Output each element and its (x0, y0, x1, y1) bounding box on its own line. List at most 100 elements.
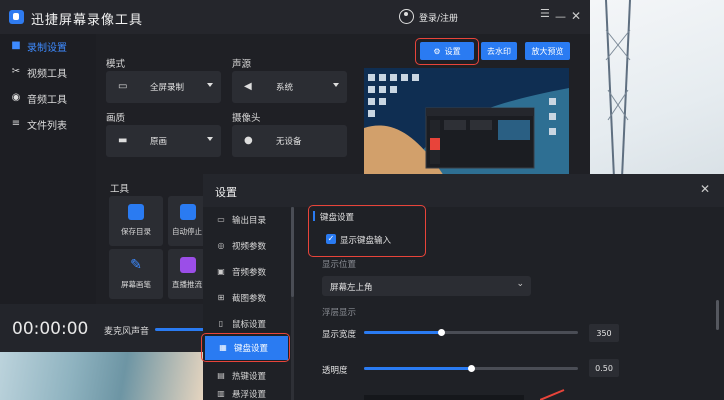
speaker-icon: ◀ (244, 81, 252, 92)
camera-label: 摄像头 (232, 113, 261, 124)
save-folder-icon (128, 204, 144, 220)
float-icon: ▥ (217, 389, 225, 398)
scissors-icon: ✂ (11, 66, 21, 77)
minimize-icon[interactable]: — (555, 10, 566, 23)
camera-select[interactable]: ● 无设备 (232, 125, 347, 157)
settings-button-label: 设置 (444, 46, 461, 56)
sidebar-item-label: 视频工具 (27, 68, 67, 80)
dialog-nav-label: 视频参数 (232, 242, 267, 252)
dialog-nav-audio-params[interactable]: ▣ 音频参数 (203, 260, 291, 284)
screenshot-icon: ⊞ (217, 293, 225, 302)
section-title: 键盘设置 (320, 213, 355, 223)
dialog-nav-hotkey-settings[interactable]: ▤ 热键设置 (203, 364, 291, 388)
sidebar-item-audio-tools[interactable]: ◉ 音频工具 (0, 86, 96, 110)
dialog-nav-label: 鼠标设置 (232, 320, 267, 330)
user-icon[interactable] (399, 9, 414, 24)
float-label: 浮层显示 (322, 308, 357, 318)
dialog-nav-label: 输出目录 (232, 216, 267, 226)
quality-select[interactable]: ▬ 原画 (106, 125, 221, 157)
monitor-icon: ▭ (118, 81, 128, 92)
dialog-nav-screenshot-params[interactable]: ⊞ 截图参数 (203, 286, 291, 310)
dialog-nav-label: 热键设置 (232, 372, 267, 382)
dialog-title: 设置 (215, 186, 237, 199)
sidebar: ■ 录制设置 ✂ 视频工具 ◉ 音频工具 ≡ 文件列表 (0, 34, 96, 304)
mouse-icon: ▯ (218, 319, 224, 328)
desktop-tower-image (605, 0, 631, 178)
gear-icon: ⚙ (433, 46, 441, 56)
tool-save-folder[interactable]: 保存目录 (109, 196, 163, 246)
position-label: 显示位置 (322, 260, 357, 270)
dialog-nav-video-params[interactable]: ◎ 视频参数 (203, 234, 291, 258)
opacity-value[interactable]: 0.50 (589, 359, 619, 377)
video-icon: ◎ (217, 241, 225, 250)
hotkey-icon: ▤ (217, 371, 225, 380)
camera-icon: ■ (11, 40, 21, 51)
live-icon (180, 257, 196, 273)
keyboard-nav-highlight (201, 333, 290, 362)
quality-value: 原画 (150, 137, 168, 147)
camera-value: 无设备 (276, 137, 302, 147)
sidebar-item-video-tools[interactable]: ✂ 视频工具 (0, 60, 96, 84)
tool-auto-stop[interactable]: 自动停止 (168, 196, 208, 246)
tool-label: 屏幕画笔 (121, 280, 151, 289)
chevron-down-icon: ⌄ (516, 279, 524, 289)
dialog-nav-label: 音频参数 (232, 268, 267, 278)
desktop-beach-background (0, 352, 205, 400)
position-select[interactable]: 屏幕左上角 ⌄ (322, 276, 531, 296)
quality-label: 画质 (106, 113, 126, 124)
auto-stop-icon (180, 204, 196, 220)
width-slider-knob[interactable] (438, 329, 445, 336)
webcam-icon: ● (244, 135, 253, 146)
sidebar-item-label: 音频工具 (27, 94, 67, 106)
folder-icon: ▭ (217, 215, 225, 224)
dialog-nav-float-settings[interactable]: ▥ 悬浮设置 (203, 388, 291, 400)
tool-label: 保存目录 (121, 227, 151, 236)
width-slider-fill (364, 331, 441, 334)
red-arrow-annotation (540, 389, 565, 400)
opacity-slider-knob[interactable] (468, 365, 475, 372)
zoom-preview-button[interactable]: 放大预览 (525, 42, 570, 60)
mode-label: 模式 (106, 59, 126, 70)
dialog-nav-output-folder[interactable]: ▭ 输出目录 (203, 208, 291, 232)
close-icon[interactable]: ✕ (571, 9, 581, 23)
tool-screen-brush[interactable]: ✎ 屏幕画笔 (109, 249, 163, 299)
sidebar-item-label: 录制设置 (27, 42, 67, 54)
brush-icon: ✎ (130, 257, 142, 273)
mode-select[interactable]: ▭ 全屏录制 (106, 71, 221, 103)
show-keyboard-label: 显示键盘输入 (340, 236, 392, 246)
section-marker (313, 211, 315, 221)
tools-label: 工具 (110, 184, 130, 195)
sidebar-item-file-list[interactable]: ≡ 文件列表 (0, 112, 96, 136)
login-link[interactable]: 登录/注册 (419, 11, 458, 24)
dialog-scrollbar[interactable] (716, 300, 719, 330)
title-bar: 迅捷屏幕录像工具 登录/注册 ☰ — ✕ (0, 0, 590, 34)
audio-param-icon: ▣ (217, 267, 225, 276)
preview-desktop-image (364, 68, 569, 176)
dialog-nav-label: 截图参数 (232, 294, 267, 304)
audio-icon: ◉ (11, 92, 21, 103)
audio-source-label: 声源 (232, 59, 252, 70)
chevron-down-icon (333, 83, 339, 87)
dialog-nav-scroll-thumb[interactable] (291, 207, 294, 297)
chevron-down-icon (207, 137, 213, 141)
sidebar-item-record-settings[interactable]: ■ 录制设置 (0, 34, 96, 58)
next-option-row (364, 395, 524, 400)
opacity-label: 透明度 (322, 366, 348, 376)
dialog-nav-label: 悬浮设置 (232, 390, 267, 400)
show-keyboard-checkbox[interactable]: ✓ (326, 234, 336, 244)
close-icon[interactable]: ✕ (700, 182, 710, 196)
bottom-bar: 00:00:00 麦克风声音 (0, 304, 205, 352)
opacity-slider-fill (364, 367, 471, 370)
menu-icon[interactable]: ☰ (540, 8, 550, 20)
desktop-background (590, 0, 724, 178)
sidebar-item-label: 文件列表 (27, 120, 67, 132)
width-value[interactable]: 350 (589, 324, 619, 342)
mic-label: 麦克风声音 (104, 327, 150, 337)
mode-value: 全屏录制 (150, 83, 185, 93)
mic-volume-slider[interactable] (155, 328, 205, 331)
audio-source-select[interactable]: ◀ 系统 (232, 71, 347, 103)
logo-icon (9, 10, 24, 24)
tool-live-stream[interactable]: 直播推流 (168, 249, 208, 299)
settings-button[interactable]: ⚙ 设置 (420, 42, 474, 60)
remove-watermark-button[interactable]: 去水印 (481, 42, 517, 60)
